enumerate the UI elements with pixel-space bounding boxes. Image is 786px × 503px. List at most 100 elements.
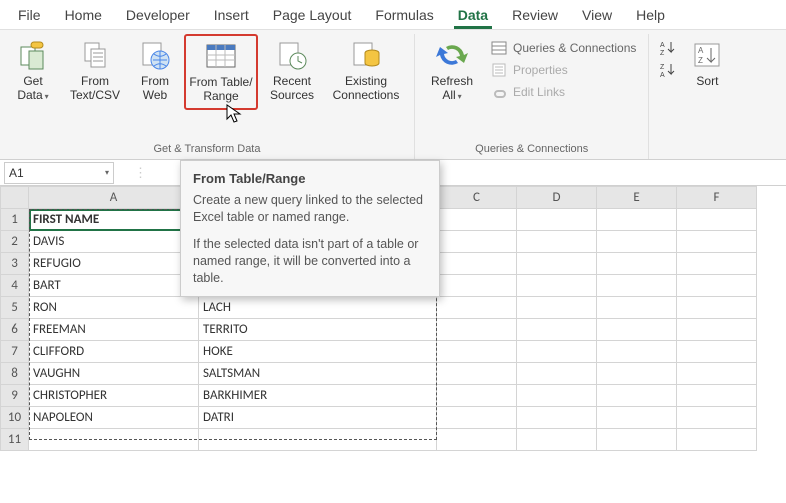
col-header-A[interactable]: A: [29, 187, 199, 209]
cell-E5[interactable]: [597, 297, 677, 319]
tab-view[interactable]: View: [570, 2, 624, 28]
cell-F1[interactable]: [677, 209, 757, 231]
cell-A6[interactable]: FREEMAN: [29, 319, 199, 341]
cell-C5[interactable]: [437, 297, 517, 319]
cell-E4[interactable]: [597, 275, 677, 297]
cell-C11[interactable]: [437, 429, 517, 451]
cell-E10[interactable]: [597, 407, 677, 429]
row-header-9[interactable]: 9: [1, 385, 29, 407]
cell-E2[interactable]: [597, 231, 677, 253]
cell-D2[interactable]: [517, 231, 597, 253]
col-header-D[interactable]: D: [517, 187, 597, 209]
name-box[interactable]: A1 ▾: [4, 162, 114, 184]
cell-A8[interactable]: VAUGHN: [29, 363, 199, 385]
cell-D6[interactable]: [517, 319, 597, 341]
cell-C2[interactable]: [437, 231, 517, 253]
cell-D10[interactable]: [517, 407, 597, 429]
cell-A4[interactable]: BART: [29, 275, 199, 297]
cell-C8[interactable]: [437, 363, 517, 385]
row-header-6[interactable]: 6: [1, 319, 29, 341]
cell-F3[interactable]: [677, 253, 757, 275]
row-header-8[interactable]: 8: [1, 363, 29, 385]
cell-A2[interactable]: DAVIS: [29, 231, 199, 253]
cell-E6[interactable]: [597, 319, 677, 341]
cell-E11[interactable]: [597, 429, 677, 451]
cell-B5[interactable]: LACH: [199, 297, 437, 319]
from-web-button[interactable]: From Web: [132, 34, 178, 108]
cell-D3[interactable]: [517, 253, 597, 275]
tab-home[interactable]: Home: [53, 2, 114, 28]
cell-C10[interactable]: [437, 407, 517, 429]
cell-A10[interactable]: NAPOLEON: [29, 407, 199, 429]
cell-E9[interactable]: [597, 385, 677, 407]
row-header-11[interactable]: 11: [1, 429, 29, 451]
sort-button[interactable]: AZ Sort: [685, 34, 729, 94]
cell-F11[interactable]: [677, 429, 757, 451]
cell-E1[interactable]: [597, 209, 677, 231]
tab-file[interactable]: File: [6, 2, 53, 28]
cell-A9[interactable]: CHRISTOPHER: [29, 385, 199, 407]
cell-A5[interactable]: RON: [29, 297, 199, 319]
cell-C6[interactable]: [437, 319, 517, 341]
row-header-3[interactable]: 3: [1, 253, 29, 275]
cell-F5[interactable]: [677, 297, 757, 319]
tab-insert[interactable]: Insert: [202, 2, 261, 28]
get-data-button[interactable]: Get Data▾: [8, 34, 58, 108]
cell-E3[interactable]: [597, 253, 677, 275]
cell-C9[interactable]: [437, 385, 517, 407]
from-table-range-button[interactable]: From Table/ Range: [184, 34, 258, 110]
recent-sources-button[interactable]: Recent Sources: [264, 34, 320, 108]
cell-C7[interactable]: [437, 341, 517, 363]
cell-D11[interactable]: [517, 429, 597, 451]
select-all-corner[interactable]: [1, 187, 29, 209]
col-header-C[interactable]: C: [437, 187, 517, 209]
cell-F2[interactable]: [677, 231, 757, 253]
col-header-F[interactable]: F: [677, 187, 757, 209]
cell-F4[interactable]: [677, 275, 757, 297]
cell-C4[interactable]: [437, 275, 517, 297]
cell-A1[interactable]: FIRST NAME: [29, 209, 199, 231]
row-header-10[interactable]: 10: [1, 407, 29, 429]
cell-C1[interactable]: [437, 209, 517, 231]
cell-A11[interactable]: [29, 429, 199, 451]
cell-F7[interactable]: [677, 341, 757, 363]
cell-A3[interactable]: REFUGIO: [29, 253, 199, 275]
row-header-4[interactable]: 4: [1, 275, 29, 297]
tab-help[interactable]: Help: [624, 2, 677, 28]
tab-developer[interactable]: Developer: [114, 2, 202, 28]
refresh-all-button[interactable]: Refresh All▾: [423, 34, 481, 108]
sort-desc-icon[interactable]: ZA: [657, 60, 679, 80]
tab-page-layout[interactable]: Page Layout: [261, 2, 364, 28]
cell-D5[interactable]: [517, 297, 597, 319]
cell-B10[interactable]: DATRI: [199, 407, 437, 429]
cell-F10[interactable]: [677, 407, 757, 429]
cell-B9[interactable]: BARKHIMER: [199, 385, 437, 407]
cell-C3[interactable]: [437, 253, 517, 275]
cell-B7[interactable]: HOKE: [199, 341, 437, 363]
cell-D1[interactable]: [517, 209, 597, 231]
queries-connections-button[interactable]: Queries & Connections: [487, 38, 640, 58]
cell-B11[interactable]: [199, 429, 437, 451]
sort-asc-icon[interactable]: AZ: [657, 38, 679, 58]
tab-data[interactable]: Data: [446, 2, 500, 28]
tab-formulas[interactable]: Formulas: [363, 2, 445, 28]
cell-E8[interactable]: [597, 363, 677, 385]
row-header-7[interactable]: 7: [1, 341, 29, 363]
from-text-csv-button[interactable]: From Text/CSV: [64, 34, 126, 108]
tab-review[interactable]: Review: [500, 2, 570, 28]
cell-F8[interactable]: [677, 363, 757, 385]
cell-D9[interactable]: [517, 385, 597, 407]
col-header-E[interactable]: E: [597, 187, 677, 209]
cell-B8[interactable]: SALTSMAN: [199, 363, 437, 385]
cell-F6[interactable]: [677, 319, 757, 341]
cell-E7[interactable]: [597, 341, 677, 363]
existing-connections-button[interactable]: Existing Connections: [326, 34, 406, 108]
cell-D8[interactable]: [517, 363, 597, 385]
cell-D4[interactable]: [517, 275, 597, 297]
cell-B6[interactable]: TERRITO: [199, 319, 437, 341]
row-header-2[interactable]: 2: [1, 231, 29, 253]
cell-A7[interactable]: CLIFFORD: [29, 341, 199, 363]
row-header-5[interactable]: 5: [1, 297, 29, 319]
cell-F9[interactable]: [677, 385, 757, 407]
cell-D7[interactable]: [517, 341, 597, 363]
